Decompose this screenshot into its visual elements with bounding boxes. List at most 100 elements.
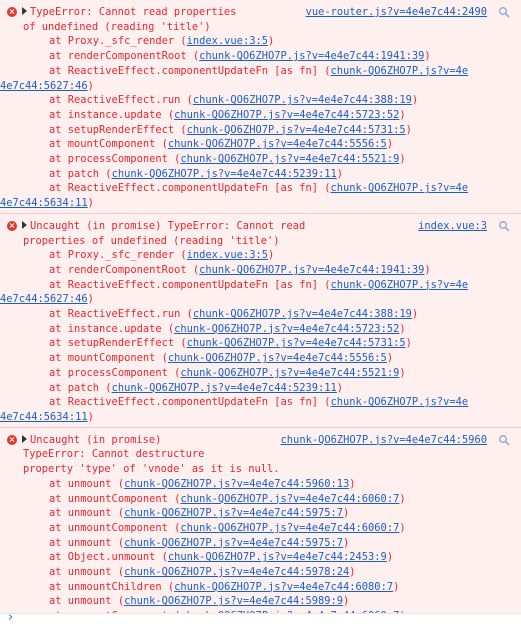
stack-frame-suffix: ) [386,352,394,365]
stack-frame: at renderComponentRoot (chunk-QO6ZHO7P.j… [23,49,487,64]
stack-frame-link[interactable]: chunk-QO6ZHO7P.js?v=4e4e7c44:2453:9 [168,551,387,563]
stack-frame-suffix: ) [349,566,356,579]
stack-frame-link[interactable]: chunk-QO6ZHO7P.js?v=4e4e7c44:388:19 [193,94,412,106]
search-icon[interactable] [498,434,510,446]
stack-frame: at ReactiveEffect.componentUpdateFn [as … [23,278,487,293]
stack-frame-link[interactable]: chunk-QO6ZHO7P.js?v=4e4e7c44:5731:5 [187,124,406,136]
expand-caret-icon[interactable] [22,434,27,443]
stack-frame-link[interactable]: chunk-QO6ZHO7P.js?v=4e [331,279,469,291]
stack-frame: at ReactiveEffect.run (chunk-QO6ZHO7P.js… [23,93,487,108]
stack-frame-link-continued[interactable]: 4e7c44:5634:11 [0,197,88,209]
stack-frame-link[interactable]: chunk-QO6ZHO7P.js?v=4e4e7c44:5960:13 [124,478,349,490]
stack-frame-link-continued[interactable]: 4e7c44:5627:46 [0,80,88,92]
stack-frame-suffix: ) [386,138,394,151]
source-link[interactable]: chunk-QO6ZHO7P.js?v=4e4e7c44:5960 [281,433,487,448]
stack-frame-function: at instance.update ( [49,322,175,335]
stack-frame-suffix: ) [336,167,344,180]
stack-frame-link[interactable]: index.vue:3:5 [187,249,268,261]
search-icon[interactable] [498,6,510,18]
stack-frame: at unmount (chunk-QO6ZHO7P.js?v=4e4e7c44… [23,565,487,580]
stack-frame-link[interactable]: chunk-QO6ZHO7P.js?v=4e4e7c44:1941:39 [199,50,424,62]
stack-frame-link[interactable]: chunk-QO6ZHO7P.js?v=4e4e7c44:5556:5 [168,352,387,364]
stack-frame: at mountComponent (chunk-QO6ZHO7P.js?v=4… [23,351,487,366]
stack-frame: at processComponent (chunk-QO6ZHO7P.js?v… [23,366,487,381]
stack-frame: at renderComponentRoot (chunk-QO6ZHO7P.j… [23,263,487,278]
stack-frame-link[interactable]: chunk-QO6ZHO7P.js?v=4e4e7c44:5975:7 [124,507,343,519]
stack-frame-link[interactable]: chunk-QO6ZHO7P.js?v=4e4e7c44:5521:9 [180,153,399,165]
error-message-line: properties of undefined (reading 'title'… [23,234,487,249]
stack-frame: at instance.update (chunk-QO6ZHO7P.js?v=… [23,108,487,123]
stack-frame: at Proxy._sfc_render (index.vue:3:5) [23,34,487,49]
stack-frame-link[interactable]: chunk-QO6ZHO7P.js?v=4e4e7c44:5989:9 [124,595,343,607]
stack-frame-function: at instance.update ( [49,108,175,121]
stack-frame-link[interactable]: chunk-QO6ZHO7P.js?v=4e4e7c44:388:19 [193,308,412,320]
stack-frame: at unmountComponent (chunk-QO6ZHO7P.js?v… [23,521,487,536]
stack-frame-function: at unmount ( [49,477,125,490]
stack-frame-suffix: ) [267,35,275,48]
stack-frame-suffix: ) [399,492,406,505]
source-link[interactable]: index.vue:3 [418,219,487,234]
stack-frame-link[interactable]: chunk-QO6ZHO7P.js?v=4e4e7c44:5521:9 [180,367,399,379]
expand-caret-icon[interactable] [22,220,27,229]
stack-frame-function: at Proxy._sfc_render ( [49,35,187,48]
error-circle-icon: × [7,220,17,231]
stack-frame: at patch (chunk-QO6ZHO7P.js?v=4e4e7c44:5… [23,167,487,182]
stack-frame-suffix: ) [393,580,400,593]
stack-frame-link[interactable]: chunk-QO6ZHO7P.js?v=4e4e7c44:6080:7 [174,581,393,593]
stack-frame: at setupRenderEffect (chunk-QO6ZHO7P.js?… [23,123,487,138]
stack-frame-link[interactable]: chunk-QO6ZHO7P.js?v=4e4e7c44:5731:5 [187,337,406,349]
stack-frame-suffix: ) [87,79,94,92]
stack-frame-suffix: ) [336,381,344,394]
stack-frame-suffix: ) [87,410,94,423]
error-message-text: properties of undefined (reading 'title'… [23,234,280,247]
stack-frame-link[interactable]: chunk-QO6ZHO7P.js?v=4e [331,396,469,408]
stack-frame-function: at unmount ( [49,595,125,608]
error-circle-icon: × [7,7,17,17]
source-link[interactable]: vue-router.js?v=4e4e7c44:2490 [306,5,487,20]
stack-frame-function: at ReactiveEffect.componentUpdateFn [as … [49,396,331,409]
stack-frame-link[interactable]: chunk-QO6ZHO7P.js?v=4e4e7c44:5975:7 [124,537,343,549]
stack-frame: at unmount (chunk-QO6ZHO7P.js?v=4e4e7c44… [23,536,487,551]
stack-frame-link[interactable]: chunk-QO6ZHO7P.js?v=4e4e7c44:5239:11 [112,382,337,394]
stack-frame-wrap: 4e7c44:5634:11) [0,196,487,211]
stack-frame-suffix: ) [87,197,94,210]
stack-frame-link[interactable]: chunk-QO6ZHO7P.js?v=4e [331,182,469,194]
stack-frame-suffix: ) [399,322,406,335]
stack-frame-function: at ReactiveEffect.run ( [49,94,193,107]
stack-frame-function: at setupRenderEffect ( [49,337,187,350]
stack-frame: at mountComponent (chunk-QO6ZHO7P.js?v=4… [23,137,487,152]
stack-frame-function: at patch ( [49,381,112,394]
error-message-text: of undefined (reading 'title') [23,20,211,33]
stack-frame-link[interactable]: chunk-QO6ZHO7P.js?v=4e4e7c44:5556:5 [168,138,387,150]
stack-frame: at unmount (chunk-QO6ZHO7P.js?v=4e4e7c44… [23,594,487,609]
stack-frame-function: at setupRenderEffect ( [49,123,187,136]
error-message-line: of undefined (reading 'title') [23,20,487,35]
stack-frame-link[interactable]: chunk-QO6ZHO7P.js?v=4e4e7c44:5978:24 [124,566,349,578]
stack-frame-link[interactable]: chunk-QO6ZHO7P.js?v=4e4e7c44:6060:7 [180,522,399,534]
stack-frame: at Proxy._sfc_render (index.vue:3:5) [23,248,487,263]
stack-frame-link[interactable]: chunk-QO6ZHO7P.js?v=4e4e7c44:1941:39 [199,264,424,276]
stack-frame-function: at processComponent ( [49,153,181,166]
stack-frame-link[interactable]: index.vue:3:5 [187,35,268,47]
error-circle-icon: × [7,434,17,445]
stack-frame-function: at unmount ( [49,536,125,549]
stack-frame-wrap: 4e7c44:5627:46) [0,79,487,94]
stack-frame-suffix: ) [343,507,350,520]
stack-frame-link[interactable]: chunk-QO6ZHO7P.js?v=4e4e7c44:6060:7 [180,493,399,505]
stack-frame-suffix: ) [411,308,419,321]
stack-frame-suffix: ) [87,293,94,306]
search-icon[interactable] [498,220,510,232]
stack-frame: at ReactiveEffect.run (chunk-QO6ZHO7P.js… [23,307,487,322]
error-message-text: Uncaught (in promise) TypeError: Cannot … [30,219,306,232]
stack-frame-link[interactable]: chunk-QO6ZHO7P.js?v=4e4e7c44:5723:52 [174,323,399,335]
expand-caret-icon[interactable] [22,7,27,15]
stack-frame-link[interactable]: chunk-QO6ZHO7P.js?v=4e4e7c44:5723:52 [174,109,399,121]
error-message-line: property 'type' of 'vnode' as it is null… [23,462,487,477]
stack-frame-link-continued[interactable]: 4e7c44:5627:46 [0,293,88,305]
stack-frame-link-continued[interactable]: 4e7c44:5634:11 [0,411,88,423]
stack-frame-link[interactable]: chunk-QO6ZHO7P.js?v=4e [331,65,469,77]
stack-frame-suffix: ) [399,153,406,166]
stack-frame-suffix: ) [267,249,275,262]
console-prompt[interactable]: › [0,610,521,627]
stack-frame-link[interactable]: chunk-QO6ZHO7P.js?v=4e4e7c44:5239:11 [112,168,337,180]
